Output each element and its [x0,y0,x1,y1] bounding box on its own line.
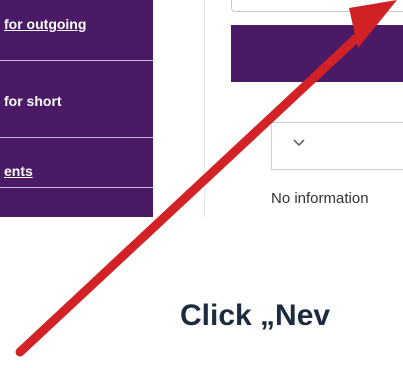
content-panel: No information [204,0,403,217]
sidebar-item-label: for short [4,93,62,109]
sidebar-item-short[interactable]: for short [0,87,153,117]
sidebar-item-label: ents [4,163,33,179]
sidebar-item-ents[interactable]: ents [0,157,153,187]
chevron-down-icon [293,139,305,147]
empty-state-text: No information [271,190,369,207]
filter-select[interactable] [271,122,403,170]
instruction-caption: Click „Nev [180,299,331,332]
sidebar-item-outgoing[interactable]: for outgoing [0,10,153,40]
sidebar-divider [0,137,153,138]
sidebar: for outgoing for short ents [0,0,153,217]
sidebar-divider [0,187,153,188]
search-input[interactable] [231,0,403,12]
sidebar-item-label: for outgoing [4,16,87,32]
sidebar-divider [0,60,153,61]
header-bar [231,25,403,82]
